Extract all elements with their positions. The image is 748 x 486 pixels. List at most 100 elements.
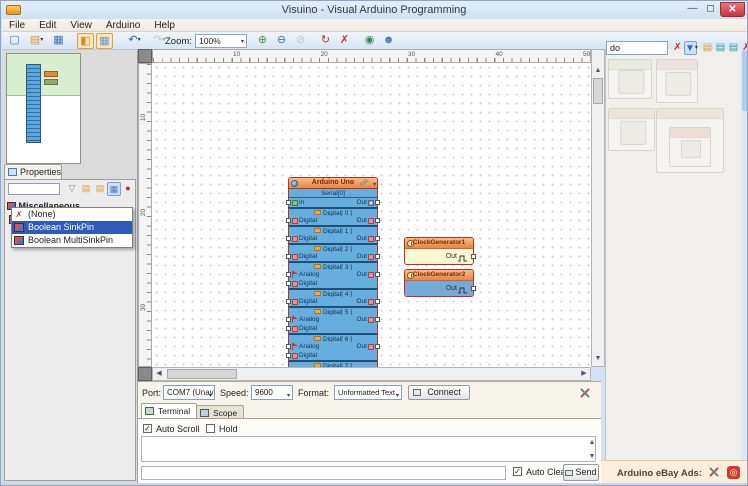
- toggle-grid-icon[interactable]: ▦: [96, 33, 113, 49]
- ad-settings-icon[interactable]: [708, 466, 720, 478]
- new-sketch-icon[interactable]: ▢: [6, 33, 23, 49]
- undo-icon[interactable]: ↶▾: [123, 33, 146, 49]
- dropdown-item-boolean-multisinkpin[interactable]: Boolean MultiSinkPin: [12, 234, 132, 247]
- scroll-down-icon[interactable]: ▼: [586, 451, 598, 463]
- dropdown-item-boolean-sinkpin[interactable]: Boolean SinkPin: [12, 221, 132, 234]
- menu-help[interactable]: Help: [147, 20, 182, 31]
- out-source-pin[interactable]: [375, 236, 380, 241]
- zoom-in-icon[interactable]: ⊕: [254, 33, 271, 49]
- component-header[interactable]: ClockGenerator2: [405, 270, 473, 281]
- terminal-output[interactable]: [141, 436, 596, 462]
- digital-sink-pin[interactable]: [286, 326, 291, 331]
- analog-sink-pin[interactable]: [286, 317, 291, 322]
- auto-scroll-checkbox[interactable]: ✓: [143, 424, 152, 433]
- arduino-uno-header[interactable]: Arduino Uno ▾: [289, 178, 377, 189]
- canvas-vertical-scrollbar[interactable]: ▲ ▼: [591, 49, 605, 367]
- help-user-icon[interactable]: ☻: [380, 33, 397, 49]
- toolbox-scrollbar[interactable]: [741, 49, 747, 460]
- toolbox-component-ghost[interactable]: [656, 108, 724, 173]
- out-source-pin[interactable]: [375, 344, 380, 349]
- digital-sink-pin[interactable]: [286, 236, 291, 241]
- prop-collapse-icon[interactable]: ▤: [93, 182, 107, 196]
- out-source-pin[interactable]: [375, 317, 380, 322]
- prop-categorized-icon[interactable]: ▦: [107, 182, 121, 196]
- maximize-button[interactable]: ◻: [702, 2, 719, 17]
- prop-pin-icon[interactable]: ●: [121, 182, 135, 196]
- prop-expand-icon[interactable]: ▤: [79, 182, 93, 196]
- canvas-horizontal-scrollbar[interactable]: ◀ ▶: [152, 367, 591, 381]
- serial-tools-icon[interactable]: [579, 387, 591, 399]
- save-icon[interactable]: ▦: [50, 33, 67, 49]
- format-select[interactable]: Unformatted Text ▾: [334, 385, 402, 400]
- refresh-icon[interactable]: ↻: [317, 33, 334, 49]
- tab-properties[interactable]: Properties: [4, 164, 62, 179]
- speed-select[interactable]: 9600 ▾: [251, 385, 293, 400]
- clockgenerator2-component[interactable]: ClockGenerator2 Out: [404, 269, 476, 297]
- out-source-pin[interactable]: [375, 272, 380, 277]
- component-header[interactable]: ClockGenerator1: [405, 238, 473, 249]
- digital-sink-pin[interactable]: [286, 254, 291, 259]
- arduino-uno-component[interactable]: Arduino Uno ▾ Serial[0] In Out Digital[ …: [286, 177, 380, 367]
- clear-search-icon[interactable]: ✗: [671, 41, 684, 55]
- redo-icon[interactable]: ↷▾: [148, 33, 171, 49]
- scroll-left-icon[interactable]: ◀: [153, 368, 165, 380]
- terminal-send-input[interactable]: [141, 466, 506, 480]
- menu-arduino[interactable]: Arduino: [99, 20, 147, 31]
- delete-filter-icon[interactable]: ✗: [740, 41, 747, 55]
- close-button[interactable]: ✕: [720, 2, 745, 17]
- out-source-pin[interactable]: [375, 254, 380, 259]
- toggle-panels-icon[interactable]: ◧: [77, 33, 94, 49]
- digital-sink-pin[interactable]: [286, 218, 291, 223]
- zoom-reset-icon[interactable]: ⊘: [292, 33, 309, 49]
- design-minimap[interactable]: [6, 53, 81, 164]
- menu-edit[interactable]: Edit: [32, 20, 63, 31]
- wrench-icon[interactable]: [359, 178, 369, 187]
- hold-checkbox[interactable]: [206, 424, 215, 433]
- zoom-out-icon[interactable]: ⊖: [273, 33, 290, 49]
- delete-icon[interactable]: ✗: [336, 33, 353, 49]
- properties-filter-input[interactable]: [8, 183, 60, 195]
- toolbox-search-input[interactable]: [606, 41, 668, 55]
- toolbox-component-ghost[interactable]: [656, 59, 698, 103]
- ad-block-icon[interactable]: ◎: [727, 466, 740, 479]
- prop-filter-icon[interactable]: ▽: [65, 182, 79, 196]
- scroll-down-icon[interactable]: ▼: [592, 353, 604, 365]
- zoom-select[interactable]: 100% ▾: [195, 34, 247, 48]
- port-select[interactable]: COM7 (Unava ▾: [163, 385, 215, 400]
- tab-scope[interactable]: Scope: [196, 405, 245, 418]
- scroll-right-icon[interactable]: ▶: [578, 368, 590, 380]
- digital-sink-pin[interactable]: [286, 281, 291, 286]
- expand-folders-icon[interactable]: ▤: [714, 41, 727, 55]
- clockgenerator1-component[interactable]: ClockGenerator1 Out: [404, 237, 476, 265]
- scroll-thumb[interactable]: [167, 369, 237, 379]
- new-category-icon[interactable]: ▤: [701, 41, 714, 55]
- minimize-button[interactable]: —: [684, 2, 701, 17]
- analog-sink-pin[interactable]: [286, 272, 291, 277]
- toolbox-component-ghost[interactable]: [608, 108, 655, 151]
- menu-view[interactable]: View: [63, 20, 99, 31]
- scroll-up-icon[interactable]: ▲: [586, 437, 598, 449]
- scroll-up-icon[interactable]: ▲: [592, 65, 604, 77]
- filter-wizard-icon[interactable]: ▼▾: [684, 41, 698, 55]
- connect-button[interactable]: Connect: [408, 385, 470, 400]
- out-source-pin[interactable]: [375, 218, 380, 223]
- digital-sink-pin[interactable]: [286, 353, 291, 358]
- send-button[interactable]: Send: [563, 464, 599, 481]
- collapse-folders-icon[interactable]: ▤: [727, 41, 740, 55]
- analog-sink-pin[interactable]: [286, 344, 291, 349]
- tab-terminal[interactable]: Terminal: [141, 403, 198, 418]
- build-globe-icon[interactable]: ◉: [361, 33, 378, 49]
- scroll-thumb[interactable]: [593, 78, 603, 104]
- design-canvas[interactable]: Arduino Uno ▾ Serial[0] In Out Digital[ …: [152, 63, 591, 367]
- serial-in-pin[interactable]: [286, 200, 291, 205]
- clock-out-pin[interactable]: [471, 286, 476, 291]
- clock-out-pin[interactable]: [471, 254, 476, 259]
- toolbox-component-ghost[interactable]: [608, 59, 652, 99]
- dropdown-item--none-[interactable]: ✗ (None): [12, 208, 132, 221]
- out-source-pin[interactable]: [375, 299, 380, 304]
- serial-out-pin[interactable]: [375, 200, 380, 205]
- digital-sink-pin[interactable]: [286, 299, 291, 304]
- open-icon[interactable]: ▤▾: [25, 33, 48, 49]
- menu-file[interactable]: File: [2, 20, 32, 31]
- auto-clear-checkbox[interactable]: ✓: [513, 467, 522, 476]
